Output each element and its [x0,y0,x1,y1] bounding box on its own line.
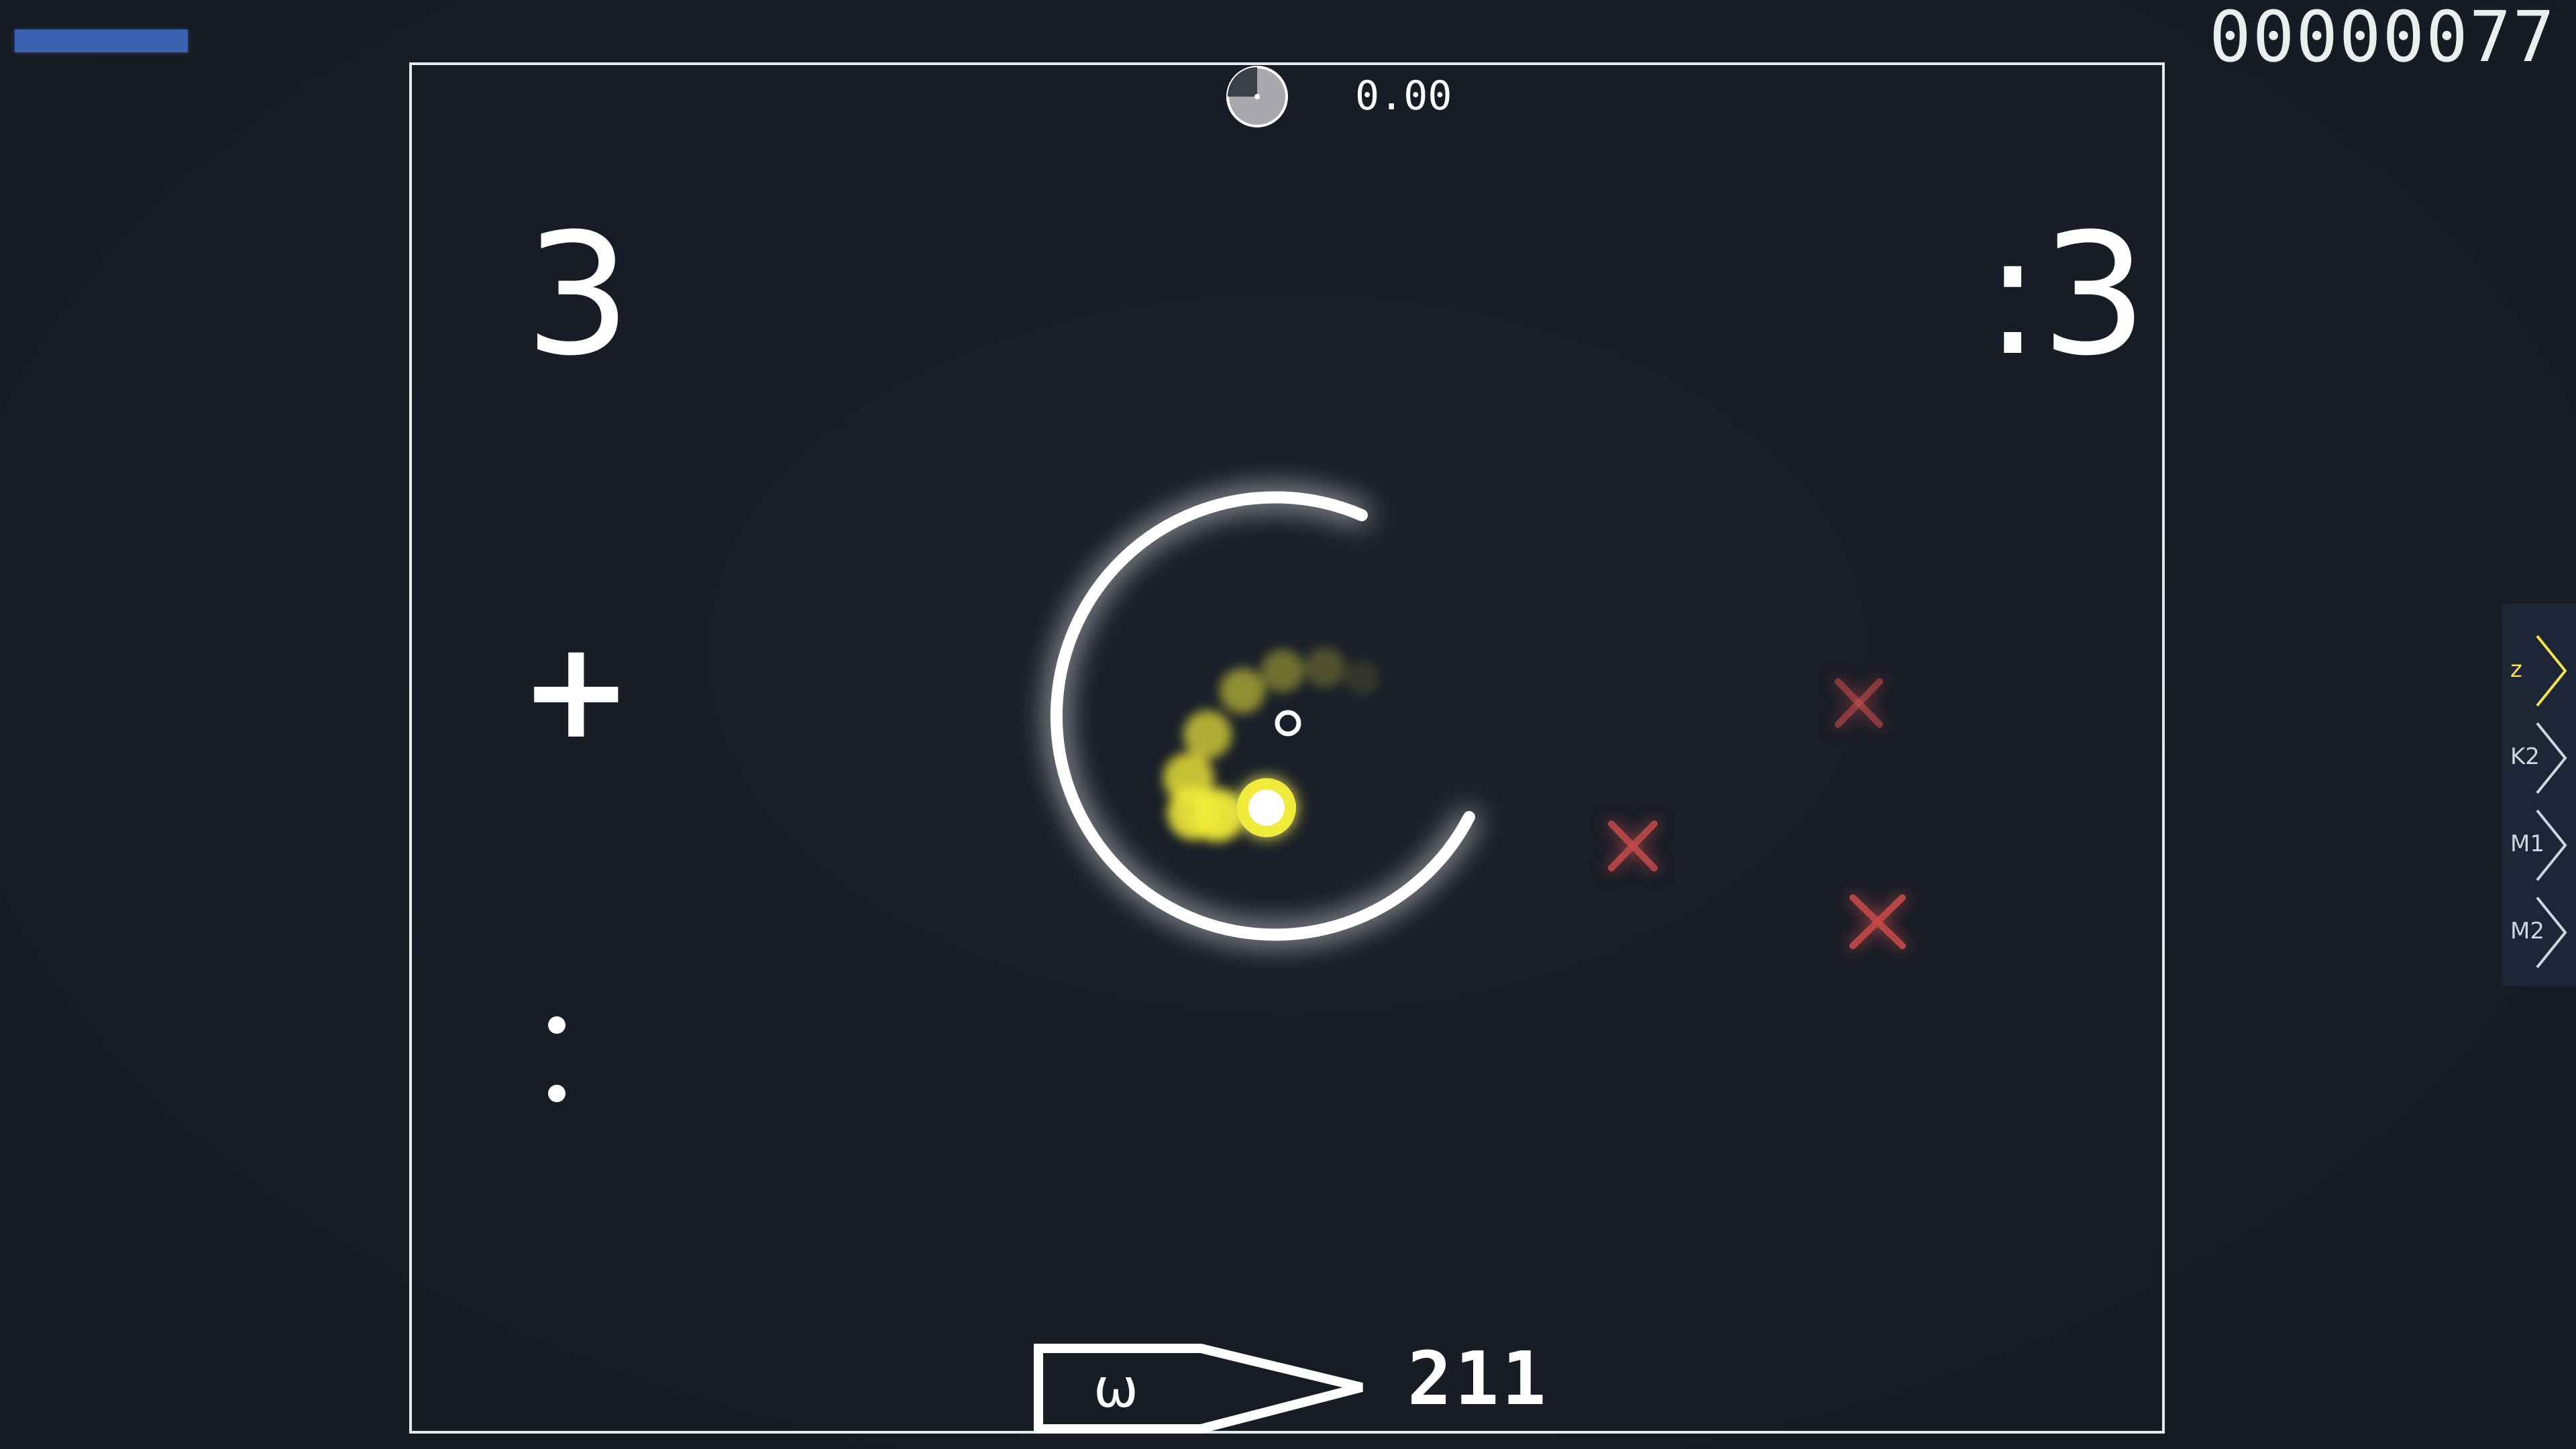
chevron-right-icon [2536,896,2567,969]
key-overlay-m2: M2 [2504,892,2571,973]
game-stage: 00000077 0.00 3 :3 + ω 211 z K2 M1 M2 [0,0,2576,1449]
chevron-right-icon [2536,722,2567,794]
key-overlay-k2: K2 [2504,718,2571,798]
indicator-face: ω [1093,1357,1138,1419]
bottom-counter: 211 [1407,1336,1549,1421]
arrow-tag-icon [1034,1344,1363,1434]
key-overlay-m1: M1 [2504,805,2571,885]
miss-x-icon [1835,678,1883,728]
bottom-indicator: ω [1033,1342,1375,1438]
miss-x-icon [1849,894,1906,949]
gameplay-layer [1050,491,1906,949]
miss-x-icon [1608,820,1658,871]
key-label: z [2510,656,2522,683]
miss-marks [1608,678,1906,949]
chevron-right-icon [2536,809,2567,881]
key-overlay-z: z [2504,631,2571,711]
key-overlay: z K2 M1 M2 [2502,604,2576,986]
spinner-center-ring [1275,710,1301,737]
cursor-icon [1237,778,1296,837]
spinner-arc [1050,491,1475,941]
chevron-right-icon [2536,635,2567,707]
